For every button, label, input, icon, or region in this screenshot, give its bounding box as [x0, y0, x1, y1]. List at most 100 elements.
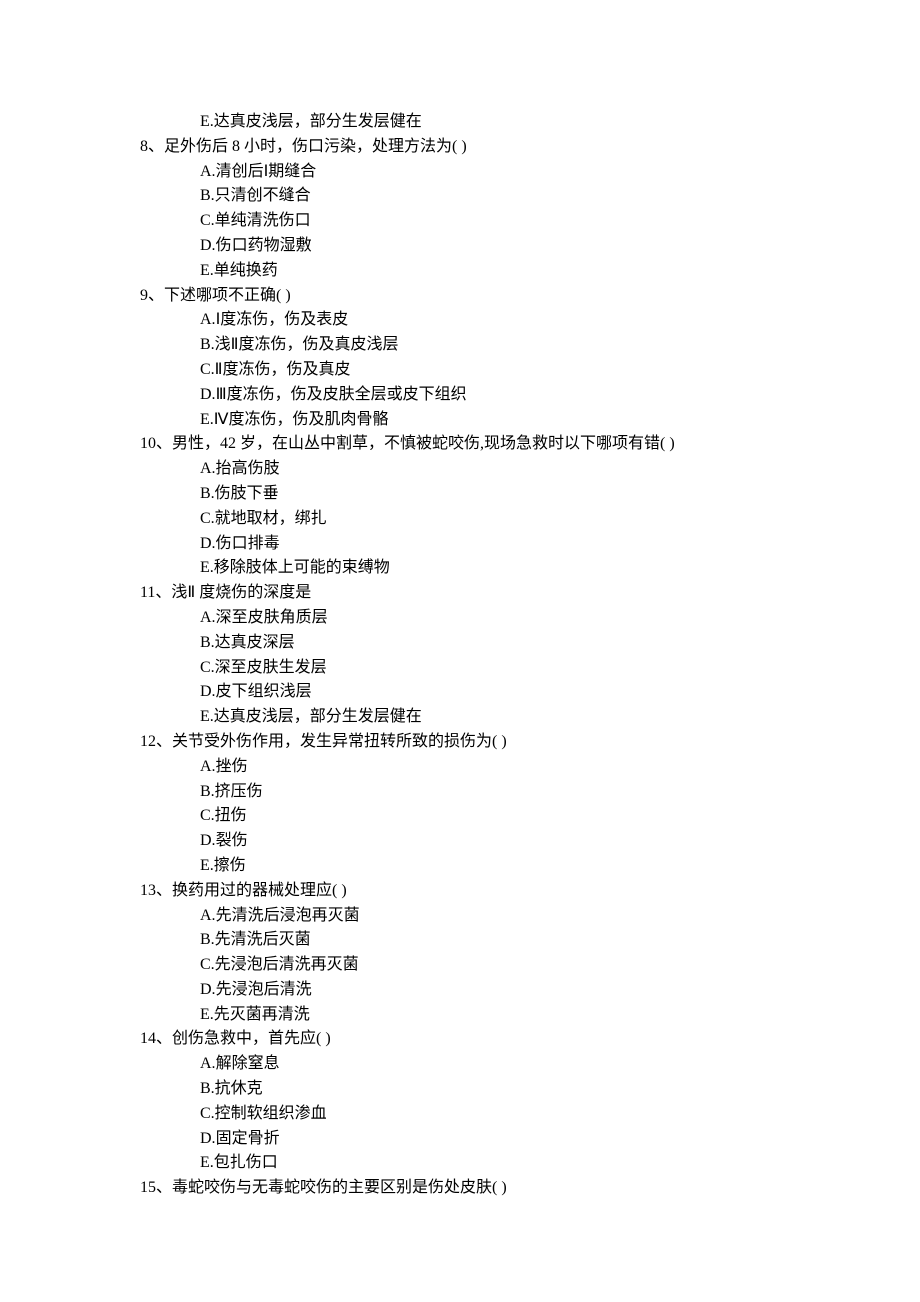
question-stem: 换药用过的器械处理应( ) [172, 882, 347, 899]
option-label: A. [200, 758, 216, 775]
option-text: 就地取材，绑扎 [215, 510, 327, 527]
option-0-2: C.单纯清洗伤口 [140, 209, 920, 234]
question-number: 10、 [140, 435, 172, 452]
option-1-4: E.Ⅳ度冻伤，伤及肌肉骨骼 [140, 408, 920, 433]
option-text: 达真皮深层 [215, 634, 295, 651]
option-0-4: E.单纯换药 [140, 259, 920, 284]
option-text: 伤肢下垂 [215, 485, 279, 502]
option-label: B. [200, 634, 215, 651]
option-2-2: C.就地取材，绑扎 [140, 507, 920, 532]
option-text: Ⅰ度冻伤，伤及表皮 [216, 311, 349, 328]
option-text: Ⅲ度冻伤，伤及皮肤全层或皮下组织 [216, 386, 467, 403]
option-text: 裂伤 [216, 832, 248, 849]
option-text: 深至皮肤生发层 [215, 659, 327, 676]
option-text: 先浸泡后清洗再灭菌 [215, 956, 359, 973]
option-text: 控制软组织渗血 [215, 1105, 327, 1122]
question-8: 8、足外伤后 8 小时，伤口污染，处理方法为( ) [140, 135, 920, 160]
option-text: 单纯清洗伤口 [215, 212, 311, 229]
option-label: E. [200, 113, 214, 130]
question-stem: 足外伤后 8 小时，伤口污染，处理方法为( ) [164, 138, 467, 155]
option-5-1: B.先清洗后灭菌 [140, 928, 920, 953]
option-label: B. [200, 1080, 215, 1097]
option-3-1: B.达真皮深层 [140, 631, 920, 656]
option-text: 皮下组织浅层 [216, 683, 312, 700]
option-label: D. [200, 832, 216, 849]
option-1-2: C.Ⅱ度冻伤，伤及真皮 [140, 358, 920, 383]
option-6-0: A.解除窒息 [140, 1052, 920, 1077]
question-number: 8、 [140, 138, 164, 155]
question-stem: 毒蛇咬伤与无毒蛇咬伤的主要区别是伤处皮肤( ) [172, 1179, 507, 1196]
option-text: 扭伤 [215, 807, 247, 824]
question-13: 13、换药用过的器械处理应( ) [140, 879, 920, 904]
option-text: 解除窒息 [216, 1055, 280, 1072]
option-0-3: D.伤口药物湿敷 [140, 234, 920, 259]
option-4-0: A.挫伤 [140, 755, 920, 780]
option-4-2: C.扭伤 [140, 804, 920, 829]
option-text: Ⅱ度冻伤，伤及真皮 [215, 361, 351, 378]
option-text: 深至皮肤角质层 [216, 609, 328, 626]
option-1-0: A.Ⅰ度冻伤，伤及表皮 [140, 308, 920, 333]
option-5-0: A.先清洗后浸泡再灭菌 [140, 904, 920, 929]
option-label: A. [200, 163, 216, 180]
option-label: A. [200, 311, 216, 328]
option-label: E. [200, 411, 214, 428]
question-11: 11、浅Ⅱ 度烧伤的深度是 [140, 581, 920, 606]
option-6-1: B.抗休克 [140, 1077, 920, 1102]
option-0-0: A.清创后Ⅰ期缝合 [140, 160, 920, 185]
option-text: 达真皮浅层，部分生发层健在 [214, 113, 422, 130]
question-number: 14、 [140, 1030, 172, 1047]
option-6-2: C.控制软组织渗血 [140, 1102, 920, 1127]
option-text: 移除肢体上可能的束缚物 [214, 559, 390, 576]
question-stem: 浅Ⅱ 度烧伤的深度是 [171, 584, 311, 601]
option-3-0: A.深至皮肤角质层 [140, 606, 920, 631]
option-text: 擦伤 [214, 857, 246, 874]
option-text: 抬高伤肢 [216, 460, 280, 477]
question-10: 10、男性，42 岁，在山丛中割草，不慎被蛇咬伤,现场急救时以下哪项有错( ) [140, 432, 920, 457]
question-number: 12、 [140, 733, 172, 750]
option-text: 伤口排毒 [216, 535, 280, 552]
question-stem: 下述哪项不正确( ) [164, 287, 291, 304]
option-label: D. [200, 386, 216, 403]
option-label: A. [200, 1055, 216, 1072]
option-3-3: D.皮下组织浅层 [140, 680, 920, 705]
question-14: 14、创伤急救中，首先应( ) [140, 1027, 920, 1052]
option-text: 挫伤 [216, 758, 248, 775]
option-3-2: C.深至皮肤生发层 [140, 656, 920, 681]
option-label: B. [200, 783, 215, 800]
option-2-4: E.移除肢体上可能的束缚物 [140, 556, 920, 581]
option-label: C. [200, 659, 215, 676]
option-text: Ⅳ度冻伤，伤及肌肉骨骼 [214, 411, 389, 428]
option-label: B. [200, 187, 215, 204]
option-label: E. [200, 857, 214, 874]
option-label: C. [200, 956, 215, 973]
question-number: 13、 [140, 882, 172, 899]
question-9: 9、下述哪项不正确( ) [140, 284, 920, 309]
option-label: E. [200, 708, 214, 725]
option-label: D. [200, 237, 216, 254]
option-text: 达真皮浅层，部分生发层健在 [214, 708, 422, 725]
option-text: 挤压伤 [215, 783, 263, 800]
option-6-3: D.固定骨折 [140, 1127, 920, 1152]
option-4-4: E.擦伤 [140, 854, 920, 879]
option-label: C. [200, 361, 215, 378]
option-2-3: D.伤口排毒 [140, 532, 920, 557]
question-stem: 关节受外伤作用，发生异常扭转所致的损伤为( ) [172, 733, 507, 750]
option-label: B. [200, 336, 215, 353]
question-stem: 男性，42 岁，在山丛中割草，不慎被蛇咬伤,现场急救时以下哪项有错( ) [172, 435, 675, 452]
option-text: 包扎伤口 [214, 1154, 278, 1171]
option-text: 先清洗后灭菌 [215, 931, 311, 948]
option-label: A. [200, 609, 216, 626]
option-label: C. [200, 510, 215, 527]
option-1-3: D.Ⅲ度冻伤，伤及皮肤全层或皮下组织 [140, 383, 920, 408]
option-text: 浅Ⅱ度冻伤，伤及真皮浅层 [215, 336, 399, 353]
option-text: 先浸泡后清洗 [216, 981, 312, 998]
option-2-0: A.抬高伤肢 [140, 457, 920, 482]
option-label: E. [200, 1006, 214, 1023]
option-5-4: E.先灭菌再清洗 [140, 1003, 920, 1028]
option-text: 先灭菌再清洗 [214, 1006, 310, 1023]
option-text: 只清创不缝合 [215, 187, 311, 204]
question-number: 15、 [140, 1179, 172, 1196]
option-label: C. [200, 1105, 215, 1122]
option-2-1: B.伤肢下垂 [140, 482, 920, 507]
option-label: B. [200, 931, 215, 948]
